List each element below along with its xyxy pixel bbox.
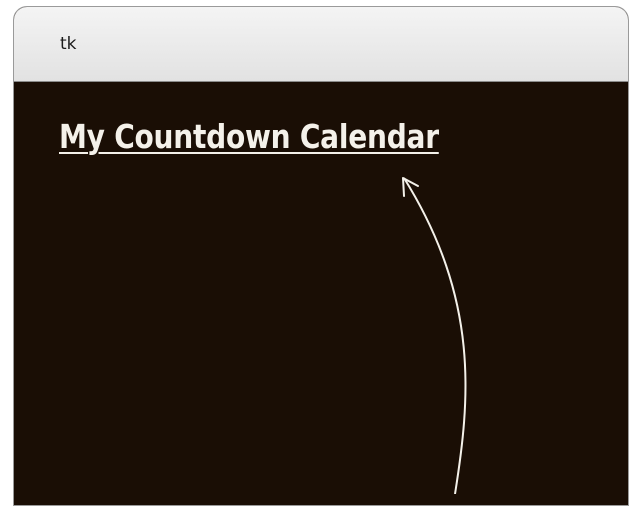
window-titlebar[interactable]: tk bbox=[14, 7, 628, 82]
app-window: tk My Countdown Calendar bbox=[13, 6, 629, 506]
canvas-area: My Countdown Calendar bbox=[14, 82, 628, 505]
page-heading: My Countdown Calendar bbox=[59, 117, 439, 156]
window-title: tk bbox=[60, 34, 77, 54]
